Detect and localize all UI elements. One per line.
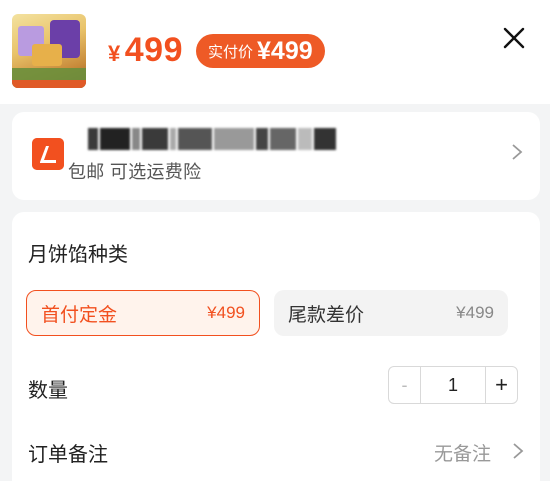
product-header: ¥499 实付价 ¥499: [0, 0, 550, 104]
spec-card: 月饼馅种类 首付定金 ¥499 尾款差价 ¥499 数量 - 1 + 订单备注 …: [12, 212, 540, 481]
actual-pay-label: 实付价: [208, 43, 254, 61]
quantity-label: 数量: [28, 380, 68, 402]
close-icon[interactable]: [502, 26, 526, 50]
carrier-logo-icon: [32, 138, 64, 170]
quantity-value[interactable]: 1: [421, 367, 485, 403]
product-thumbnail[interactable]: [12, 14, 86, 88]
price-currency: ¥: [108, 41, 121, 66]
spec-option-price: ¥499: [456, 303, 494, 322]
quantity-decrease-button[interactable]: -: [389, 367, 421, 403]
quantity-increase-button[interactable]: +: [485, 367, 517, 403]
redacted-address: [88, 128, 336, 150]
shipping-info: 包邮 可选运费险: [68, 162, 202, 182]
spec-option-name: 首付定金: [41, 304, 118, 326]
chevron-right-icon: [512, 144, 523, 160]
product-price: ¥499: [108, 30, 183, 74]
order-note-value[interactable]: 无备注: [434, 439, 491, 466]
quantity-stepper: - 1 +: [388, 366, 518, 404]
actual-pay-amount: ¥499: [257, 36, 313, 65]
spec-option-name: 尾款差价: [288, 304, 365, 326]
chevron-right-icon[interactable]: [512, 442, 524, 460]
spec-option-deposit[interactable]: 首付定金 ¥499: [26, 290, 260, 336]
spec-option-balance[interactable]: 尾款差价 ¥499: [274, 290, 508, 336]
actual-pay-badge: 实付价 ¥499: [196, 34, 325, 68]
order-note-label: 订单备注: [28, 444, 108, 466]
shipping-card[interactable]: 包邮 可选运费险: [12, 112, 540, 200]
price-value: 499: [124, 31, 183, 69]
spec-title: 月饼馅种类: [28, 244, 128, 266]
spec-option-price: ¥499: [207, 303, 245, 322]
